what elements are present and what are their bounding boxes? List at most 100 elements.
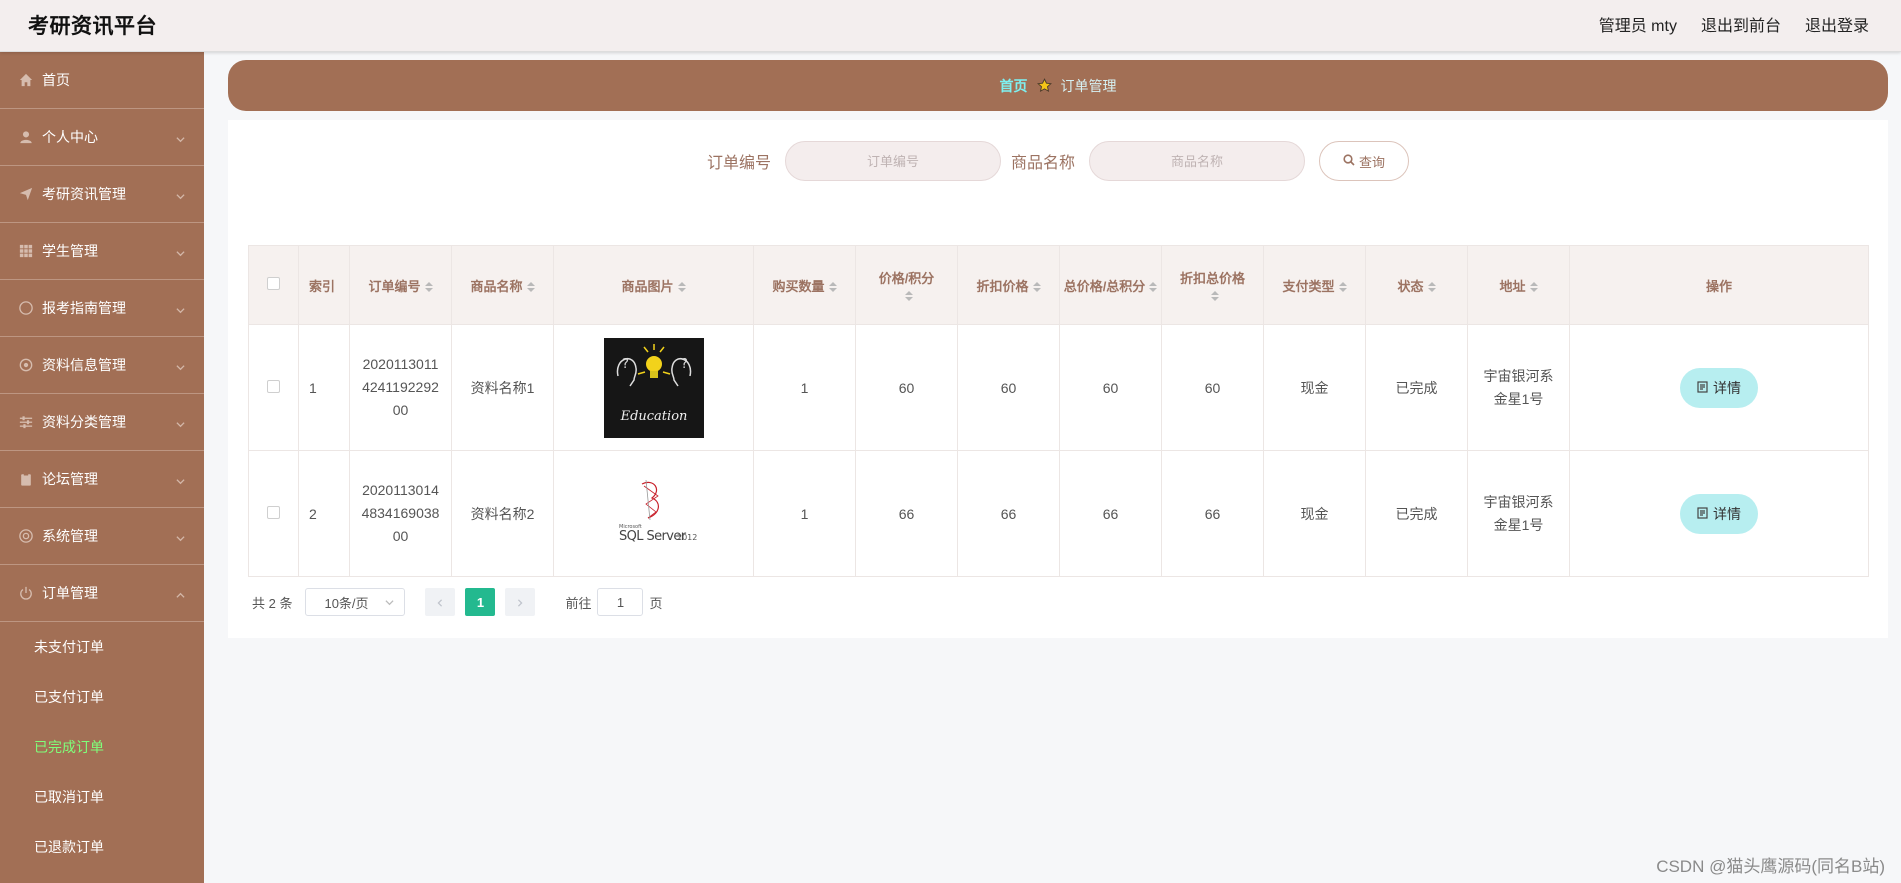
orders-table: 索引 订单编号 商品名称 商品图片 购买数量 价格/积分 折扣价格 总价格/总积…	[248, 245, 1869, 577]
total-count: 共 2 条	[252, 595, 293, 611]
goods-name-label: 商品名称	[1011, 155, 1076, 172]
breadcrumb-home-link[interactable]: 首页	[1000, 76, 1028, 96]
sql-server-image: Microsoft SQL Server 2012	[603, 473, 704, 554]
select-all-checkbox[interactable]	[267, 277, 280, 290]
col-address[interactable]: 地址	[1467, 245, 1570, 325]
chevron-down-icon	[176, 416, 185, 428]
main-panel: 订单编号 商品名称 查询 索引 订单编号 商品名称 商品图片 购买数量 价格/积…	[228, 120, 1888, 638]
sort-icon[interactable]	[1338, 282, 1347, 293]
sort-icon[interactable]	[526, 282, 535, 293]
sort-icon[interactable]	[1529, 282, 1538, 293]
sidebar-subitem-paid[interactable]: 已支付订单	[0, 672, 204, 722]
row-select-cell[interactable]	[248, 450, 299, 577]
col-price[interactable]: 价格/积分	[855, 245, 958, 325]
col-goods-image[interactable]: 商品图片	[553, 245, 754, 325]
row-checkbox[interactable]	[267, 505, 280, 519]
sidebar-item-guide-management[interactable]: 报考指南管理	[0, 280, 204, 337]
chevron-down-icon	[176, 188, 185, 200]
sidebar-item-label: 首页	[42, 72, 70, 88]
sort-icon[interactable]	[904, 290, 913, 301]
col-discount-total[interactable]: 折扣总价格	[1161, 245, 1264, 325]
row-order-no: 2020113014483416903800	[349, 450, 452, 577]
exit-to-front-link[interactable]: 退出到前台	[1701, 12, 1781, 36]
compass-icon	[18, 300, 34, 316]
row-goods-image: Microsoft SQL Server 2012	[553, 450, 754, 577]
sidebar-item-personal-center[interactable]: 个人中心	[0, 109, 204, 166]
row-goods-image: ? ? Education	[553, 324, 754, 451]
row-quantity: 1	[753, 450, 856, 577]
top-bar: 考研资讯平台 管理员 mty 退出到前台 退出登录	[0, 0, 1901, 52]
sidebar-item-label: 资料信息管理	[42, 357, 126, 373]
sidebar-item-forum-management[interactable]: 论坛管理	[0, 451, 204, 508]
select-all-cell[interactable]	[248, 245, 299, 325]
sidebar-subitem-unpaid[interactable]: 未支付订单	[0, 622, 204, 672]
order-number-input[interactable]	[785, 141, 1001, 181]
col-discount-price[interactable]: 折扣价格	[957, 245, 1060, 325]
goto-label: 前往	[565, 595, 592, 611]
logout-link[interactable]: 退出登录	[1805, 12, 1869, 36]
chevron-down-icon	[176, 359, 185, 371]
next-page-button[interactable]	[505, 588, 536, 616]
sort-icon[interactable]	[1149, 282, 1158, 293]
sidebar-item-order-management[interactable]: 订单管理	[0, 565, 204, 622]
chevron-down-icon	[176, 131, 185, 143]
goto-page-input[interactable]	[597, 588, 644, 616]
sidebar-item-label: 个人中心	[42, 129, 98, 145]
page-size-select[interactable]: 10条/页	[305, 588, 406, 616]
query-button[interactable]: 查询	[1319, 141, 1410, 181]
clipboard-icon	[18, 471, 34, 487]
col-quantity[interactable]: 购买数量	[753, 245, 856, 325]
sliders-icon	[18, 414, 34, 430]
row-discount-price: 60	[957, 324, 1060, 451]
detail-button[interactable]: 详情	[1680, 367, 1758, 408]
sidebar-item-student-management[interactable]: 学生管理	[0, 223, 204, 280]
watermark: CSDN @猫头鹰源码(同名B站)	[1656, 857, 1885, 876]
sort-icon[interactable]	[1427, 282, 1436, 293]
sort-icon[interactable]	[424, 282, 433, 293]
sort-icon[interactable]	[1210, 290, 1219, 301]
prev-page-button[interactable]	[425, 588, 456, 616]
col-goods-name[interactable]: 商品名称	[451, 245, 554, 325]
sidebar-subitem-refunded[interactable]: 已退款订单	[0, 822, 204, 872]
gear-icon	[18, 357, 34, 373]
detail-button[interactable]: 详情	[1680, 493, 1758, 534]
sidebar-item-category-management[interactable]: 资料分类管理	[0, 394, 204, 451]
chevron-right-icon	[516, 595, 524, 610]
sort-icon[interactable]	[828, 282, 837, 293]
row-discount-price: 66	[957, 450, 1060, 577]
document-icon	[1697, 380, 1708, 396]
row-select-cell[interactable]	[248, 324, 299, 451]
svg-text:2012: 2012	[677, 533, 697, 542]
breadcrumb: 首页 订单管理	[228, 60, 1888, 111]
svg-text:?: ?	[681, 357, 688, 372]
col-total-price[interactable]: 总价格/总积分	[1059, 245, 1162, 325]
row-pay-type: 现金	[1263, 324, 1366, 451]
table-header-row: 索引 订单编号 商品名称 商品图片 购买数量 价格/积分 折扣价格 总价格/总积…	[248, 245, 1869, 325]
row-address: 宇宙银河系金星1号	[1467, 450, 1570, 577]
row-pay-type: 现金	[1263, 450, 1366, 577]
sidebar-subitem-cancelled[interactable]: 已取消订单	[0, 772, 204, 822]
order-number-label: 订单编号	[706, 155, 771, 172]
sidebar-item-label: 订单管理	[42, 585, 98, 601]
col-pay-type[interactable]: 支付类型	[1263, 245, 1366, 325]
education-image: ? ? Education	[603, 337, 704, 438]
chevron-down-icon	[385, 595, 395, 610]
table-row: 1 2020113011424119229200 资料名称1 ? ? Educa…	[248, 324, 1869, 451]
row-price: 66	[855, 450, 958, 577]
goods-name-input[interactable]	[1089, 141, 1306, 181]
sidebar-item-material-info-management[interactable]: 资料信息管理	[0, 337, 204, 394]
row-checkbox[interactable]	[267, 379, 280, 393]
page-number-button[interactable]: 1	[465, 588, 496, 616]
row-actions: 详情	[1569, 324, 1869, 451]
sidebar-item-system-management[interactable]: 系统管理	[0, 508, 204, 565]
sort-icon[interactable]	[677, 282, 686, 293]
row-total-price: 66	[1059, 450, 1162, 577]
sort-icon[interactable]	[1032, 282, 1041, 293]
sidebar-item-home[interactable]: 首页	[0, 52, 204, 109]
col-order-no[interactable]: 订单编号	[349, 245, 452, 325]
sidebar-subitem-completed[interactable]: 已完成订单	[0, 722, 204, 772]
chevron-down-icon	[176, 245, 185, 257]
col-status[interactable]: 状态	[1365, 245, 1468, 325]
sidebar-item-news-management[interactable]: 考研资讯管理	[0, 166, 204, 223]
search-icon	[1343, 153, 1355, 169]
